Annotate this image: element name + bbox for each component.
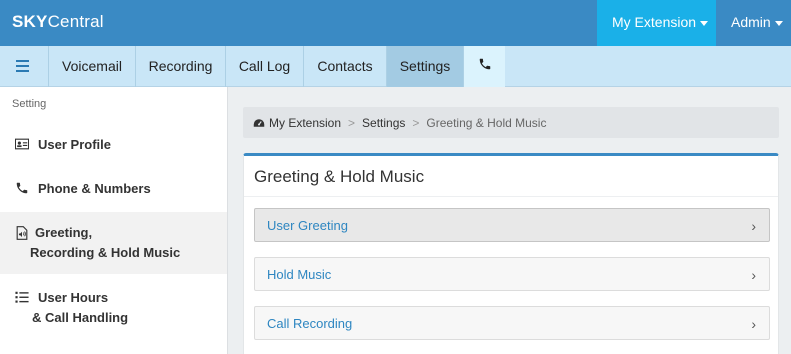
phone-icon xyxy=(16,182,28,194)
sidebar-item-label-line1: Greeting, xyxy=(35,225,93,240)
greeting-hold-music-panel: Greeting & Hold Music User Greeting › Ho… xyxy=(243,153,779,354)
sidebar-item-label-line1: User Hours xyxy=(38,290,109,305)
breadcrumb-current: Greeting & Hold Music xyxy=(426,116,547,130)
breadcrumb-separator: > xyxy=(348,116,356,130)
my-extension-label: My Extension xyxy=(612,14,697,30)
my-extension-dropdown[interactable]: My Extension xyxy=(597,0,716,46)
breadcrumb: My Extension > Settings > Greeting & Hold Mu… xyxy=(243,107,779,138)
tab-contacts[interactable]: Contacts xyxy=(303,46,386,87)
chevron-right-icon: › xyxy=(751,316,756,332)
brand-logo[interactable]: SKYCentral xyxy=(12,12,104,32)
tab-recording[interactable]: Recording xyxy=(135,46,225,87)
sidebar-item-greeting-recording-hold-music[interactable]: Greeting, Recording & Hold Music xyxy=(0,212,227,274)
admin-dropdown[interactable]: Admin xyxy=(716,0,791,46)
row-label: Call Recording xyxy=(267,316,353,331)
row-label: User Greeting xyxy=(267,218,348,233)
brand-part-1: SKY xyxy=(12,12,48,31)
panel-title: Greeting & Hold Music xyxy=(254,167,425,186)
tab-label: Settings xyxy=(399,58,451,74)
sidebar-item-phone-numbers[interactable]: Phone & Numbers xyxy=(0,169,227,209)
phone-icon xyxy=(479,58,490,70)
sidebar-item-user-profile[interactable]: User Profile xyxy=(0,125,227,165)
caret-down-icon xyxy=(774,20,783,26)
list-icon xyxy=(15,291,29,303)
id-card-icon xyxy=(15,138,29,150)
row-label: Hold Music xyxy=(267,267,332,282)
top-navbar: SKYCentral My Extension Admin xyxy=(0,0,791,46)
dashboard-icon xyxy=(253,119,265,127)
chevron-right-icon: › xyxy=(751,267,756,283)
sidebar-item-user-hours-call-handling[interactable]: User Hours & Call Handling xyxy=(0,277,227,337)
menu-toggle-button[interactable] xyxy=(0,46,48,87)
tab-call-log[interactable]: Call Log xyxy=(225,46,303,87)
hamburger-icon xyxy=(16,60,29,75)
breadcrumb-separator: > xyxy=(412,116,420,130)
hold-music-button[interactable]: Hold Music › xyxy=(254,257,770,291)
tab-bar: Voicemail Recording Call Log Contacts Se… xyxy=(0,46,791,87)
tab-label: Recording xyxy=(148,58,213,74)
tab-settings[interactable]: Settings xyxy=(386,46,463,87)
brand-part-2: Central xyxy=(47,12,104,31)
panel-divider xyxy=(244,196,778,197)
sidebar-item-label-line2: & Call Handling xyxy=(32,310,129,325)
sidebar-item-label-line2: Recording & Hold Music xyxy=(30,245,181,260)
admin-label: Admin xyxy=(731,14,771,30)
sidebar: Setting User Profile Phone & Numbers Gre… xyxy=(0,87,228,354)
sidebar-item-label: User Profile xyxy=(38,137,111,152)
sidebar-item-label: Phone & Numbers xyxy=(38,181,151,196)
user-greeting-button[interactable]: User Greeting › xyxy=(254,208,770,242)
tab-phone[interactable] xyxy=(463,46,505,87)
tab-voicemail[interactable]: Voicemail xyxy=(48,46,135,87)
breadcrumb-settings-link[interactable]: Settings xyxy=(362,116,405,130)
breadcrumb-home-link[interactable]: My Extension xyxy=(269,116,341,130)
call-recording-button[interactable]: Call Recording › xyxy=(254,306,770,340)
caret-down-icon xyxy=(700,20,709,26)
audio-file-icon xyxy=(16,226,28,240)
sidebar-heading: Setting xyxy=(12,98,47,110)
tab-label: Contacts xyxy=(317,58,373,74)
chevron-right-icon: › xyxy=(751,218,756,234)
tab-label: Call Log xyxy=(238,58,291,74)
tab-label: Voicemail xyxy=(62,58,122,74)
